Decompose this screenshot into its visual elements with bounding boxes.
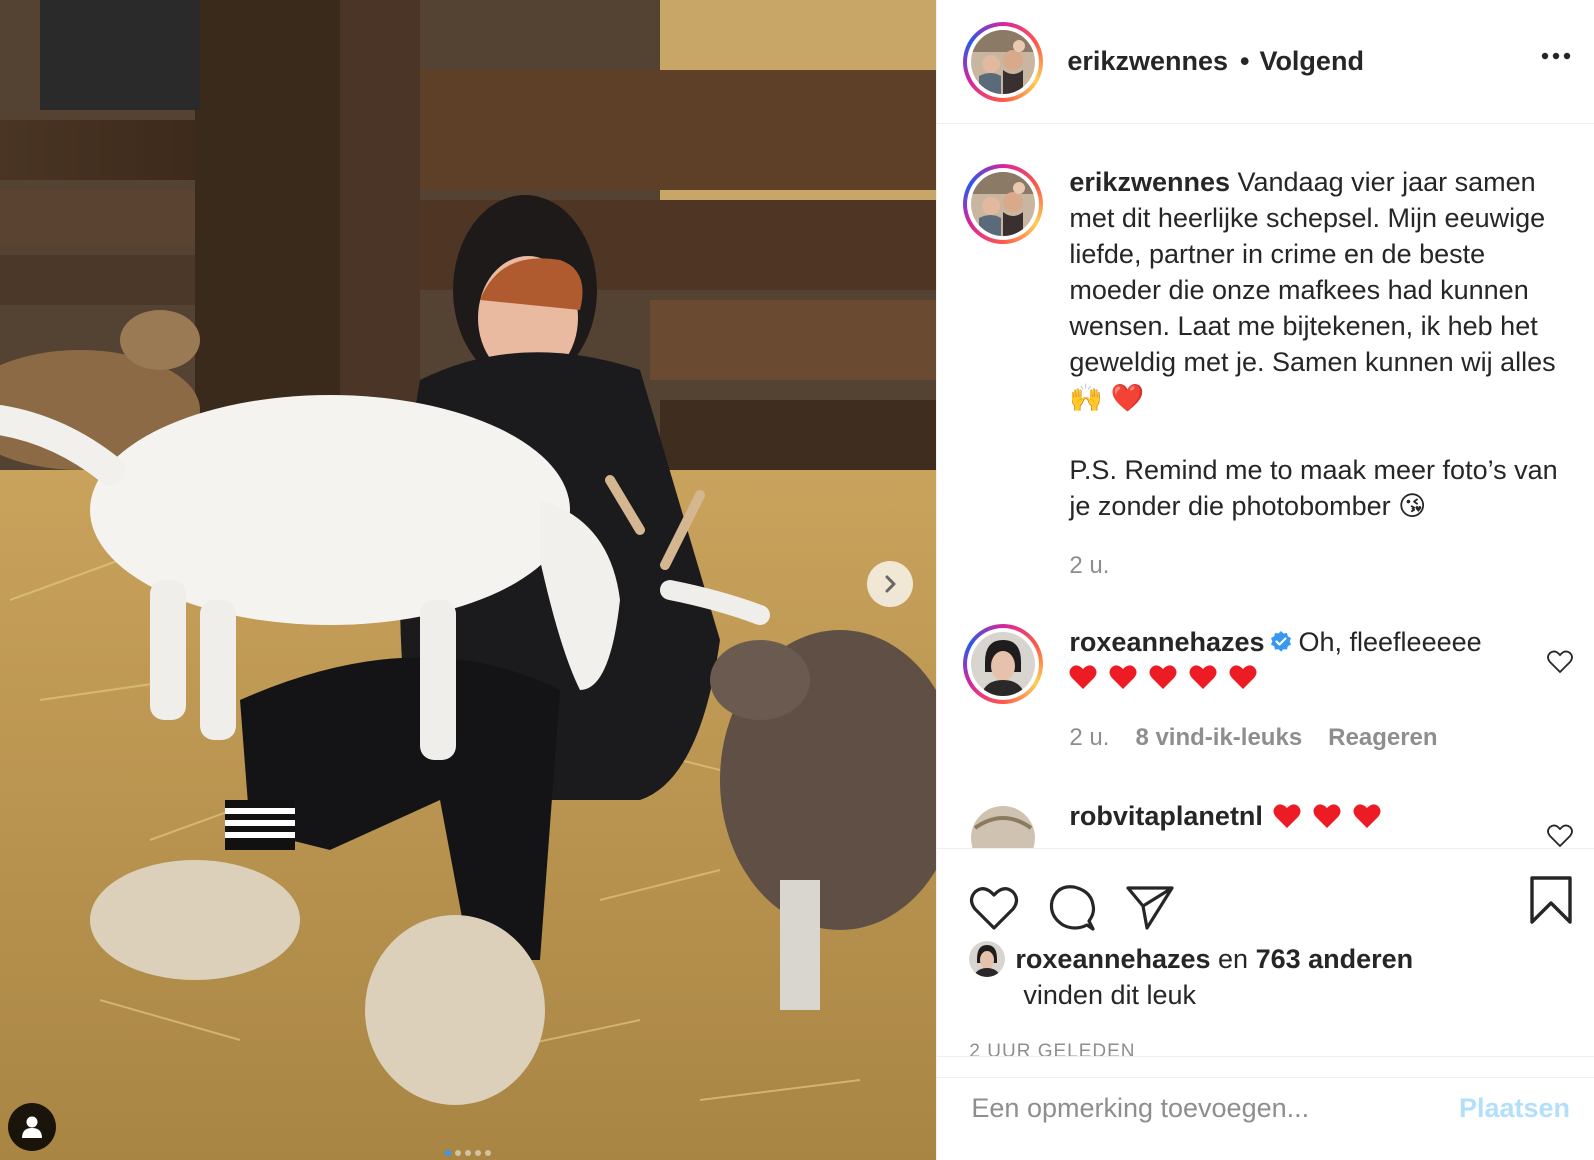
- bookmark-icon[interactable]: [1528, 875, 1574, 925]
- heart-icon: [970, 887, 1019, 930]
- post-caption: erikzwennes Vandaag vier jaar samen met …: [963, 164, 1569, 584]
- photo-scene: [0, 0, 937, 1160]
- avatar-photo: [971, 29, 1036, 94]
- reply-button[interactable]: Reageren: [1328, 720, 1437, 756]
- post-header: erikzwennes • Volgend: [937, 0, 1594, 124]
- red-heart-icon: [1069, 665, 1097, 689]
- carousel-dot: [455, 1150, 462, 1156]
- caption-ps: P.S. Remind me to maak meer foto’s van j…: [1069, 455, 1558, 521]
- verified-badge-icon: [1270, 631, 1291, 652]
- likes-suffix: vinden dit leuk: [1023, 980, 1197, 1010]
- chevron-right-icon: [885, 575, 896, 593]
- liker-username[interactable]: roxeannehazes: [1015, 944, 1210, 974]
- caption-author-avatar[interactable]: [963, 164, 1044, 244]
- red-heart-icon: [1149, 665, 1177, 689]
- comments-list[interactable]: erikzwennes Vandaag vier jaar samen met …: [937, 124, 1594, 849]
- post-actions: [937, 849, 1594, 941]
- comment-input[interactable]: [969, 1092, 1459, 1125]
- post-modal: erikzwennes • Volgend erikzwennes Vandaa…: [0, 0, 1594, 1160]
- carousel-dot: [485, 1150, 492, 1156]
- like-comment-heart-icon[interactable]: [1547, 650, 1574, 674]
- like-button[interactable]: [969, 883, 1019, 933]
- comment-username[interactable]: robvitaplanetnl: [1069, 798, 1263, 834]
- more-options-button[interactable]: [1538, 44, 1574, 68]
- comment-likes-count[interactable]: 8 vind-ik-leuks: [1135, 720, 1302, 756]
- carousel-dot: [475, 1150, 482, 1156]
- red-heart-icon: [1229, 665, 1257, 689]
- avatar-photo: [969, 941, 1006, 977]
- carousel-dot: [445, 1150, 452, 1156]
- carousel-next-button[interactable]: [867, 561, 913, 607]
- likes-conjunction: en: [1218, 944, 1249, 974]
- share-button[interactable]: [1125, 883, 1175, 933]
- more-horizontal-icon: [1541, 52, 1571, 60]
- author-username[interactable]: erikzwennes: [1067, 46, 1228, 77]
- user-icon: [22, 1116, 42, 1138]
- following-button[interactable]: Volgend: [1259, 46, 1364, 77]
- comment-bubble-icon: [1050, 885, 1096, 931]
- red-heart-icon: [1353, 804, 1381, 828]
- red-heart-icon: [1313, 804, 1341, 828]
- comment-item: robvitaplanetnl: [963, 798, 1574, 848]
- post-details-panel: erikzwennes • Volgend erikzwennes Vandaa…: [936, 0, 1594, 1160]
- post-photo[interactable]: [0, 0, 937, 1160]
- comment-hearts: [1069, 664, 1549, 690]
- likes-summary: roxeannehazes en 763 anderen vinden dit …: [937, 941, 1594, 1013]
- avatar-photo: [971, 806, 1036, 848]
- commenter-avatar[interactable]: [963, 624, 1044, 704]
- comment-age: 2 u.: [1069, 724, 1110, 751]
- liker-avatar[interactable]: [969, 941, 1006, 977]
- carousel-dot: [465, 1150, 472, 1156]
- caption-age: 2 u.: [1069, 552, 1110, 579]
- caption-username[interactable]: erikzwennes: [1069, 167, 1230, 197]
- caption-text: Vandaag vier jaar samen met dit heerlijk…: [1069, 167, 1556, 413]
- likes-others-link[interactable]: 763 anderen: [1256, 944, 1414, 974]
- post-comment-button[interactable]: Plaatsen: [1459, 1093, 1570, 1124]
- comment-item: roxeannehazes Oh, fleefleeeee 2 u. 8 vin…: [963, 624, 1574, 756]
- carousel-indicator: [0, 1150, 936, 1156]
- red-heart-icon: [1109, 665, 1137, 689]
- tagged-users-button[interactable]: [8, 1103, 56, 1151]
- author-avatar[interactable]: [963, 21, 1044, 102]
- comment-text: Oh, fleefleeeee: [1298, 627, 1482, 657]
- comment-username[interactable]: roxeannehazes: [1069, 627, 1264, 657]
- avatar-photo: [971, 632, 1036, 696]
- separator-dot: •: [1239, 46, 1250, 76]
- comment-hearts: [1273, 803, 1381, 829]
- red-heart-icon: [1189, 665, 1217, 689]
- comment-button[interactable]: [1047, 883, 1097, 933]
- like-comment-heart-icon[interactable]: [1547, 824, 1574, 848]
- add-comment-form: Plaatsen: [937, 1056, 1594, 1160]
- red-heart-icon: [1273, 804, 1301, 828]
- commenter-avatar[interactable]: [963, 798, 1043, 848]
- avatar-photo: [971, 172, 1036, 236]
- paper-plane-icon: [1126, 886, 1175, 930]
